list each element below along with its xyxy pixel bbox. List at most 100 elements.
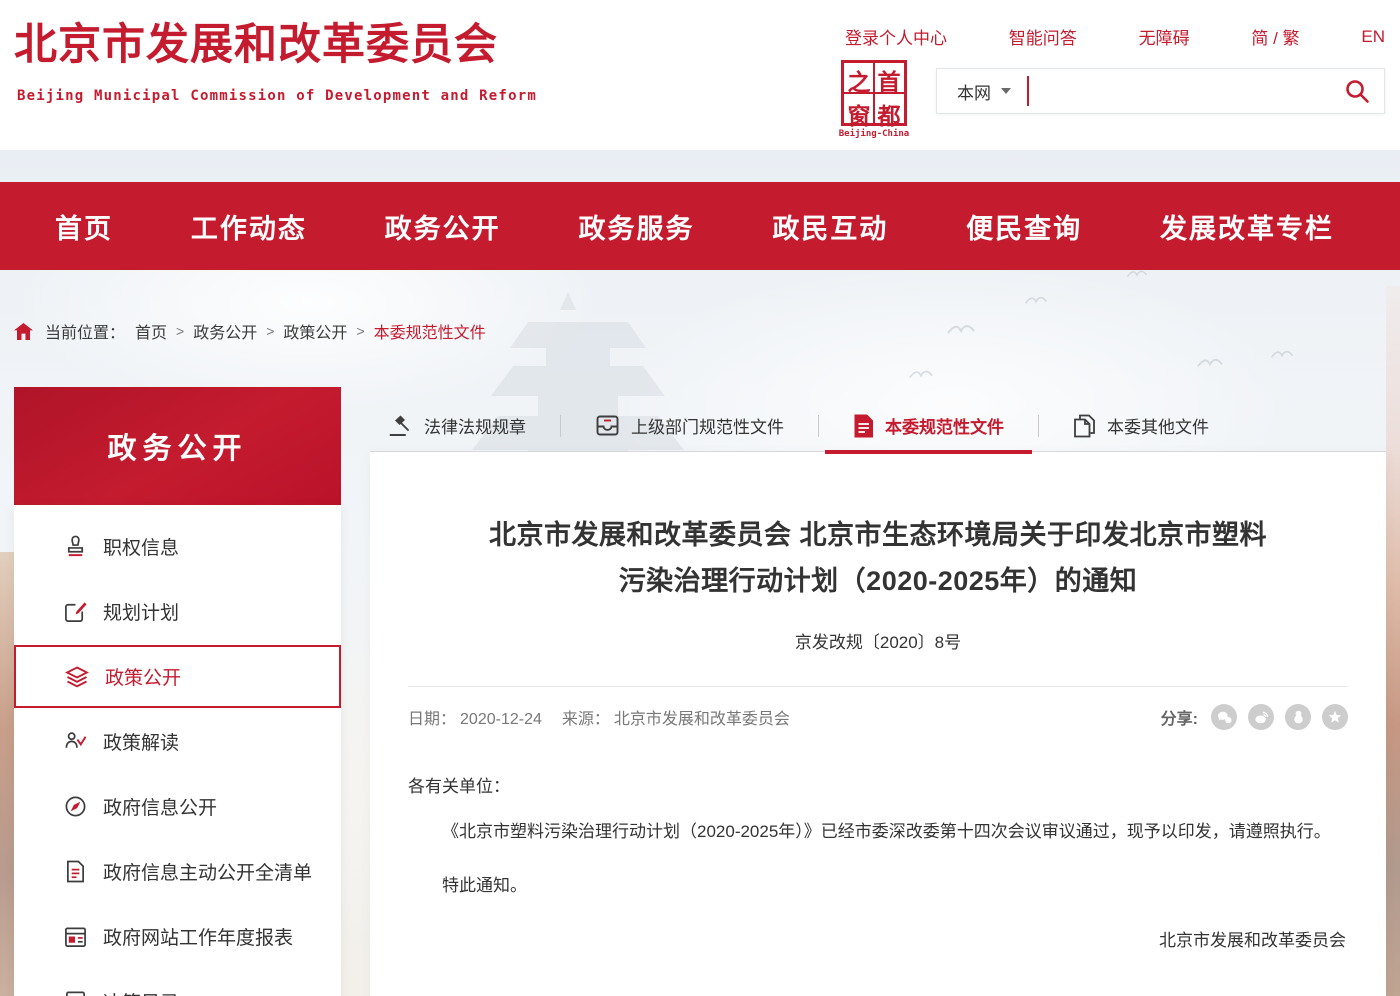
- smart-qa-link[interactable]: 智能问答: [1009, 24, 1077, 49]
- page: 北京市发展和改革委员会 Beijing Municipal Commission…: [0, 0, 1400, 996]
- catalog-icon: [62, 990, 88, 996]
- search-box: 本网: [936, 68, 1385, 114]
- sidebar-item-website-annual-report[interactable]: 政府网站工作年度报表: [14, 904, 341, 969]
- site-logo-subtitle: Beijing Municipal Commission of Developm…: [17, 88, 537, 104]
- sidebar-item-authority-info[interactable]: 职权信息: [14, 514, 341, 579]
- share-label: 分享:: [1161, 705, 1198, 729]
- nav-item-home[interactable]: 首页: [55, 207, 113, 246]
- bird-decoration: [1024, 294, 1048, 306]
- sidebar-item-label: 规划计划: [103, 598, 179, 625]
- nav-item-convenience-inquiry[interactable]: 便民查询: [966, 207, 1082, 246]
- breadcrumb-separator: >: [266, 323, 274, 339]
- search-scope-select[interactable]: 本网: [957, 79, 991, 104]
- stamp-icon: [62, 535, 88, 558]
- article-title: 北京市发展和改革委员会 北京市生态环境局关于印发北京市塑料 污染治理行动计划（2…: [408, 452, 1348, 604]
- tab-divider: [560, 415, 561, 437]
- bird-decoration: [908, 368, 934, 380]
- source-label: 来源：: [562, 711, 610, 728]
- pages-icon: [1073, 414, 1096, 438]
- article-title-line: 北京市发展和改革委员会 北京市生态环境局关于印发北京市塑料: [489, 520, 1267, 550]
- article-panel: 北京市发展和改革委员会 北京市生态环境局关于印发北京市塑料 污染治理行动计划（2…: [370, 452, 1386, 996]
- layers-icon: [64, 665, 90, 689]
- sidebar-item-label: 政府信息公开: [103, 793, 217, 820]
- tab-divider: [818, 415, 819, 437]
- site-header: 北京市发展和改革委员会 Beijing Municipal Commission…: [0, 0, 1400, 150]
- tab-committee-other-docs[interactable]: 本委其他文件: [1073, 413, 1209, 438]
- breadcrumb-item-policy-disclosure[interactable]: 政策公开: [283, 319, 347, 343]
- breadcrumb-item-current: 本委规范性文件: [374, 319, 486, 343]
- tabs: 法律法规规章 上级部门规范性文件 本委规范性文件: [370, 400, 1386, 452]
- nav-item-gov-disclosure[interactable]: 政务公开: [385, 207, 501, 246]
- bird-decoration: [1196, 356, 1224, 369]
- sidebar-item-gov-info-disclosure[interactable]: 政府信息公开: [14, 774, 341, 839]
- utility-links: 登录个人中心 智能问答 无障碍 简 / 繁 EN: [845, 24, 1385, 49]
- simplified-traditional-toggle[interactable]: 简 / 繁: [1251, 24, 1299, 49]
- article-meta-row: 日期：2020-12-24来源：北京市发展和改革委员会 分享:: [408, 704, 1348, 730]
- sidebar-item-label: 政策解读: [103, 728, 179, 755]
- sidebar-item-decision-catalog[interactable]: 决策目录: [14, 969, 341, 996]
- nav-item-gov-services[interactable]: 政务服务: [578, 207, 694, 246]
- tab-label: 本委其他文件: [1107, 413, 1209, 438]
- salutation: 各有关单位：: [408, 772, 1348, 802]
- sidebar-item-label: 政府信息主动公开全清单: [103, 858, 312, 885]
- login-personal-center-link[interactable]: 登录个人中心: [845, 24, 947, 49]
- seal-char: 窗: [844, 97, 874, 131]
- date-value: 2020-12-24: [460, 711, 542, 728]
- sidebar: 政务公开 职权信息 规划计划: [14, 387, 341, 996]
- document-list-icon: [62, 860, 88, 883]
- signature: 北京市发展和改革委员会: [408, 926, 1348, 956]
- tab-committee-normative-docs[interactable]: 本委规范性文件: [853, 413, 1004, 438]
- share-bar: 分享:: [1161, 704, 1348, 730]
- article-body: 各有关单位： 《北京市塑料污染治理行动计划（2020-2025年）》已经市委深改…: [408, 772, 1348, 956]
- body-paragraph: 特此通知。: [408, 862, 1348, 910]
- seal-char: 之: [844, 63, 874, 97]
- tab-label: 法律法规规章: [424, 413, 526, 438]
- tab-superior-normative-docs[interactable]: 上级部门规范性文件: [595, 413, 784, 438]
- right-edge-mural: [1386, 286, 1400, 996]
- search-icon[interactable]: [1344, 78, 1370, 104]
- breadcrumb-separator: >: [176, 323, 184, 339]
- nav-item-reform-special-column[interactable]: 发展改革专栏: [1160, 207, 1334, 246]
- sidebar-item-policy-interpretation[interactable]: 政策解读: [14, 709, 341, 774]
- nav-item-work-dynamics[interactable]: 工作动态: [191, 207, 307, 246]
- search-input[interactable]: [1029, 69, 1344, 113]
- seal-char: 都: [874, 97, 904, 131]
- capital-window-seal-logo[interactable]: 之 首 窗 都 Beijing-China: [833, 60, 915, 139]
- sidebar-title: 政务公开: [14, 387, 341, 505]
- inbox-icon: [595, 414, 620, 437]
- weibo-icon[interactable]: [1248, 704, 1274, 730]
- qq-icon[interactable]: [1285, 704, 1311, 730]
- nav-item-public-interaction[interactable]: 政民互动: [772, 207, 888, 246]
- tab-laws-regulations[interactable]: 法律法规规章: [388, 413, 526, 438]
- tab-label: 上级部门规范性文件: [631, 413, 784, 438]
- breadcrumb-item-gov-disclosure[interactable]: 政务公开: [193, 319, 257, 343]
- sidebar-item-proactive-disclosure-list[interactable]: 政府信息主动公开全清单: [14, 839, 341, 904]
- main-content: 法律法规规章 上级部门规范性文件 本委规范性文件: [370, 400, 1386, 996]
- sidebar-item-label: 决策目录: [103, 988, 179, 996]
- breadcrumb: 当前位置： 首页 > 政务公开 > 政策公开 > 本委规范性文件: [14, 319, 486, 343]
- plan-pencil-icon: [62, 600, 88, 623]
- tab-divider: [1038, 415, 1039, 437]
- left-edge-mural: [0, 552, 14, 996]
- document-number: 京发改规〔2020〕8号: [408, 628, 1348, 653]
- compass-icon: [62, 795, 88, 818]
- breadcrumb-prefix: 当前位置：: [45, 319, 125, 343]
- star-icon[interactable]: [1322, 704, 1348, 730]
- bird-decoration: [1270, 348, 1294, 360]
- main-nav: 首页 工作动态 政务公开 政务服务 政民互动 便民查询 发展改革专栏: [0, 182, 1400, 270]
- wechat-icon[interactable]: [1211, 704, 1237, 730]
- sidebar-item-label: 政策公开: [105, 663, 181, 690]
- meta-divider: [408, 686, 1348, 687]
- breadcrumb-item-home[interactable]: 首页: [135, 319, 167, 343]
- sidebar-item-policy-disclosure[interactable]: 政策公开: [14, 645, 341, 708]
- chevron-down-icon[interactable]: [1001, 88, 1011, 94]
- site-logo-title[interactable]: 北京市发展和改革委员会: [14, 10, 498, 72]
- accessibility-link[interactable]: 无障碍: [1139, 24, 1190, 49]
- english-link[interactable]: EN: [1361, 27, 1385, 47]
- breadcrumb-separator: >: [356, 323, 364, 339]
- bird-decoration: [946, 322, 976, 336]
- article-title-line: 污染治理行动计划（2020-2025年）的通知: [619, 566, 1138, 596]
- sidebar-list: 职权信息 规划计划 政: [14, 505, 341, 996]
- sidebar-item-planning[interactable]: 规划计划: [14, 579, 341, 644]
- report-calendar-icon: [62, 925, 88, 948]
